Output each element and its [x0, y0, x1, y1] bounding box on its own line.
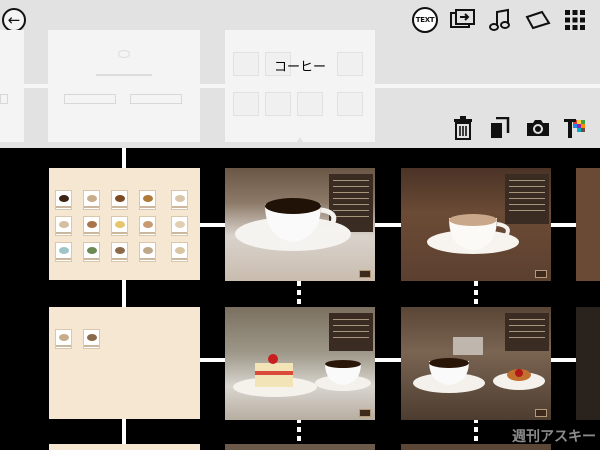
text-color-icon [564, 119, 585, 138]
menu-item-thumb [139, 216, 156, 236]
top-area: ← TEXT コーヒー [0, 0, 600, 148]
connector-horizontal [200, 223, 225, 227]
menu-item-thumb [171, 216, 188, 236]
text-toggle-button[interactable]: TEXT [412, 7, 438, 33]
ghost-button [130, 94, 182, 104]
page-partial[interactable] [225, 444, 375, 450]
menu-item-thumb [83, 216, 100, 236]
menu-item-thumb [111, 216, 128, 236]
ghost-button [0, 94, 8, 104]
menu-item-thumb [171, 190, 188, 210]
page-nav-chip [535, 409, 547, 417]
connector-vertical [122, 148, 126, 168]
menu-item-thumb [139, 190, 156, 210]
connector-horizontal [375, 358, 401, 362]
music-note-icon [489, 8, 510, 31]
back-button[interactable]: ← [2, 8, 26, 32]
ghost-menu-page[interactable] [225, 30, 375, 142]
ghost-thumb [265, 92, 291, 116]
music-button[interactable] [488, 7, 512, 33]
ghost-thumb [337, 92, 363, 116]
page-nav-chip [359, 409, 371, 417]
page-partial[interactable] [49, 444, 200, 450]
page-coffee-tart[interactable] [401, 307, 551, 420]
tag-button[interactable] [524, 8, 552, 32]
connector-dashed [297, 281, 301, 307]
connector-dashed [474, 281, 478, 307]
camera-button[interactable] [525, 117, 551, 139]
ghost-logo [118, 50, 130, 58]
connector-horizontal [551, 223, 576, 227]
connector-horizontal [551, 358, 576, 362]
menu-item-thumb [55, 190, 72, 210]
left-arrow-icon: ← [7, 10, 21, 29]
copy-page-icon [491, 117, 510, 138]
ghost-thumb [297, 92, 323, 116]
grid-view-button[interactable] [563, 8, 587, 32]
grid-view-icon [565, 10, 585, 30]
menu-item-thumb [111, 190, 128, 210]
trash-icon [454, 116, 472, 140]
cake-and-coffee-photo [233, 354, 371, 397]
menu-item-thumb [83, 242, 100, 262]
page-edge-right[interactable] [576, 307, 600, 420]
page-edge-right[interactable] [576, 168, 600, 281]
ghost-title-line [96, 74, 152, 76]
tag-icon [525, 10, 551, 30]
coffee-cup-photo [235, 198, 351, 251]
page-thumbnail-menu[interactable] [49, 168, 200, 280]
ghost-thumb [233, 92, 259, 116]
ghost-button [64, 94, 116, 104]
page-coffee-milk[interactable] [401, 168, 551, 281]
menu-item-thumb [111, 242, 128, 262]
menu-item-thumb [139, 242, 156, 262]
section-label: コーヒー [273, 60, 326, 75]
menu-item-thumb [55, 329, 72, 349]
page-cake-set[interactable] [225, 307, 375, 420]
menu-item-thumb [55, 216, 72, 236]
coffee-cup-photo [427, 214, 519, 254]
connector-horizontal [200, 358, 225, 362]
menu-item-thumb [83, 329, 100, 349]
menu-item-thumb [55, 242, 72, 262]
coffee-and-tart-photo [413, 337, 545, 393]
ghost-cover-page[interactable] [48, 30, 200, 142]
connector-horizontal [375, 223, 401, 227]
current-section-pointer [293, 137, 307, 148]
text-color-button[interactable] [563, 116, 587, 140]
slideshow-icon [450, 9, 475, 28]
page-thumbnail-menu[interactable] [49, 307, 200, 419]
connector-vertical [122, 280, 126, 308]
ghost-page-left-edge[interactable] [0, 30, 24, 142]
page-coffee-black[interactable] [225, 168, 375, 281]
delete-button[interactable] [451, 115, 475, 141]
camera-icon [527, 120, 549, 136]
copy-page-button[interactable] [489, 116, 511, 140]
page-nav-chip [535, 270, 547, 278]
page-nav-chip [359, 270, 371, 278]
menu-item-thumb [171, 242, 188, 262]
watermark: 週刊アスキー [512, 429, 596, 445]
menu-item-thumb [83, 190, 100, 210]
slideshow-button[interactable] [449, 8, 477, 32]
